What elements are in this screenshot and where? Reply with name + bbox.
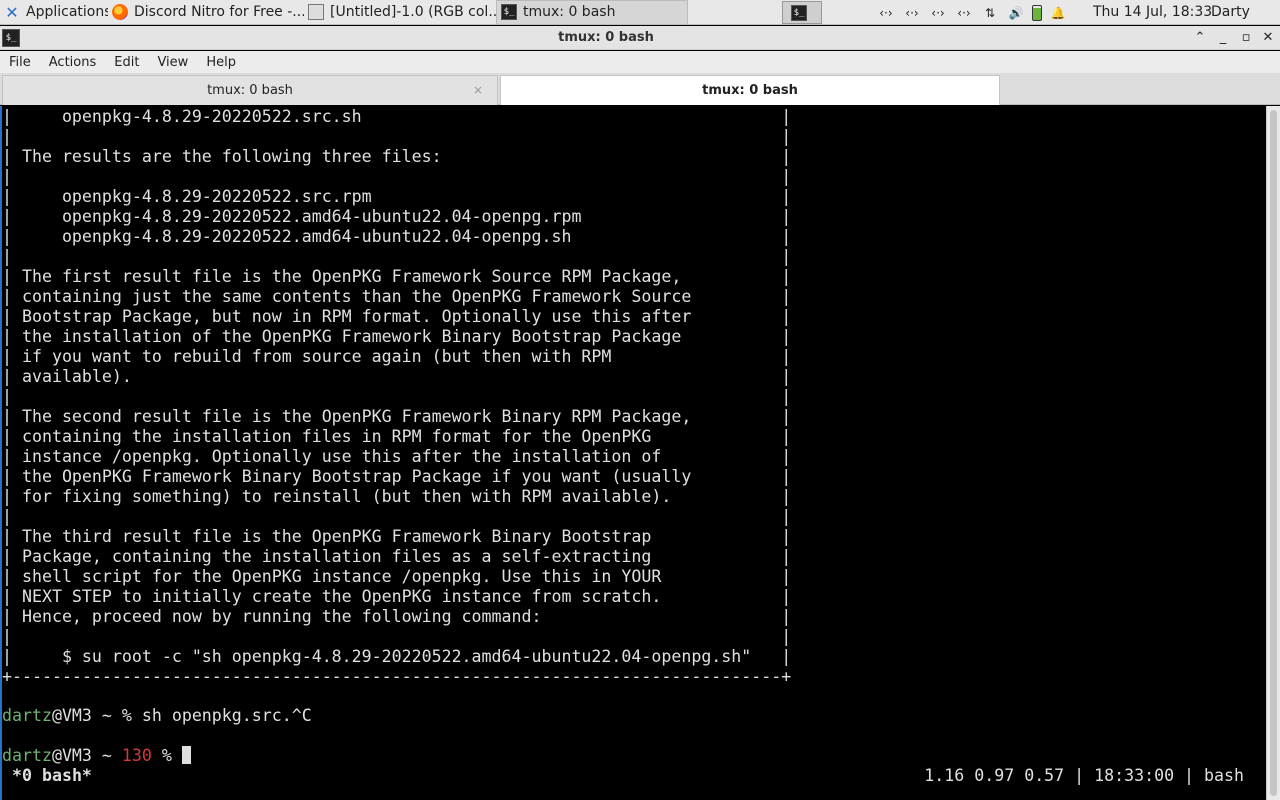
prompt-line-current: dartz@VM3 ~ 130 %: [2, 746, 191, 766]
terminal-line: | instance /openpkg. Optionally use this…: [2, 447, 792, 466]
taskbar-label: [Untitled]-1.0 (RGB col...: [330, 4, 496, 20]
prompt-user: dartz: [2, 746, 52, 765]
terminal-line: | |: [2, 627, 792, 646]
network-icon[interactable]: ‹·›: [928, 6, 948, 20]
terminal-line: | The first result file is the OpenPKG F…: [2, 267, 792, 286]
terminal-line: | Hence, proceed now by running the foll…: [2, 607, 792, 626]
terminal-line: | The third result file is the OpenPKG F…: [2, 527, 792, 546]
tab-label: tmux: 0 bash: [702, 83, 798, 98]
shade-button[interactable]: ⌃: [1190, 28, 1210, 48]
tab-label: tmux: 0 bash: [207, 83, 293, 98]
prompt-text: @VM3 ~ % sh openpkg.src.^C: [51, 706, 312, 725]
terminal-line: | |: [2, 247, 792, 266]
tab-1[interactable]: tmux: 0 bash ×: [2, 75, 498, 105]
terminal-line: | if you want to rebuild from source aga…: [2, 347, 792, 366]
terminal-icon: $_: [791, 4, 807, 21]
terminal-line: | The results are the following three fi…: [2, 147, 792, 166]
network-icon[interactable]: ‹·›: [902, 6, 922, 20]
user-menu[interactable]: Darty uwu: [1211, 0, 1280, 45]
menu-actions[interactable]: Actions: [40, 55, 106, 70]
tmux-status-right: 1.16 0.97 0.57 | 18:33:00 | bash: [924, 766, 1244, 785]
taskbar-item-terminal[interactable]: $_ tmux: 0 bash: [496, 0, 688, 25]
terminal-line: | openpkg-4.8.29-20220522.amd64-ubuntu22…: [2, 207, 792, 226]
terminal-line: | the OpenPKG Framework Binary Bootstrap…: [2, 467, 792, 486]
maximize-button[interactable]: ▫: [1236, 28, 1256, 48]
terminal-line: | the installation of the OpenPKG Framew…: [2, 327, 792, 346]
clock[interactable]: Thu 14 Jul, 18:33: [1093, 0, 1212, 25]
close-tab-icon[interactable]: ×: [473, 83, 483, 97]
battery-icon[interactable]: [1032, 4, 1042, 21]
terminal-icon: $_: [501, 4, 517, 20]
window-title: tmux: 0 bash: [558, 30, 654, 45]
volume-icon[interactable]: 🔊: [1006, 6, 1026, 20]
terminal-line: | |: [2, 507, 792, 526]
scrollbar[interactable]: [1266, 106, 1280, 800]
prompt-user: dartz: [2, 706, 52, 725]
tab-bar: tmux: 0 bash × tmux: 0 bash: [0, 73, 1280, 105]
gimp-icon: [308, 4, 324, 20]
close-button[interactable]: ✕: [1258, 28, 1278, 48]
network-icon[interactable]: ‹·›: [954, 6, 974, 20]
taskbar-item-discord[interactable]: Discord Nitro for Free -...: [108, 0, 304, 25]
terminal-line: | The second result file is the OpenPKG …: [2, 407, 792, 426]
prompt-host: @VM3 ~: [51, 746, 122, 765]
taskbar-label: Discord Nitro for Free -...: [134, 4, 304, 20]
terminal-line: | shell script for the OpenPKG instance …: [2, 567, 792, 586]
terminal-line: | containing just the same contents than…: [2, 287, 792, 306]
terminal-line: | NEXT STEP to initially create the Open…: [2, 587, 792, 606]
network-icon[interactable]: ‹·›: [876, 6, 896, 20]
menu-file[interactable]: File: [0, 55, 40, 70]
prompt-symbol: %: [151, 746, 182, 765]
terminal-line: | |: [2, 167, 792, 186]
menu-edit[interactable]: Edit: [105, 55, 148, 70]
prompt-line: dartz@VM3 ~ % sh openpkg.src.^C: [2, 706, 312, 726]
xfce-mouse-icon: ✕: [5, 2, 19, 22]
terminal-line: | |: [2, 387, 792, 406]
applications-menu-button[interactable]: ✕ Applications: [0, 0, 108, 25]
applications-label: Applications: [26, 4, 108, 20]
tmux-window-list[interactable]: *0 bash*: [12, 766, 92, 786]
menu-help[interactable]: Help: [197, 55, 245, 70]
terminal-area[interactable]: | openpkg-4.8.29-20220522.src.sh | | | | T…: [0, 106, 1266, 800]
notification-bell-icon[interactable]: 🔔: [1048, 6, 1068, 20]
top-panel: ✕ Applications Discord Nitro for Free -.…: [0, 0, 1280, 45]
minimize-button[interactable]: _: [1213, 28, 1233, 48]
workspace-switcher[interactable]: $_: [782, 1, 822, 24]
terminal-line: | openpkg-4.8.29-20220522.src.rpm |: [2, 187, 792, 206]
text-cursor: [181, 746, 191, 764]
system-tray: ‹·› ‹·› ‹·› ‹·› ⇅ 🔊 🔔: [876, 0, 1068, 25]
terminal-line: | for fixing something) to reinstall (bu…: [2, 487, 792, 506]
scrollbar-thumb[interactable]: [1270, 110, 1277, 796]
terminal-line: | |: [2, 127, 792, 146]
terminal-line: | containing the installation files in R…: [2, 427, 792, 446]
terminal-line: +---------------------------------------…: [2, 667, 792, 686]
tab-2-active[interactable]: tmux: 0 bash: [500, 75, 1000, 105]
terminal-line: | $ su root -c "sh openpkg-4.8.29-202205…: [2, 647, 792, 666]
terminal-line: | openpkg-4.8.29-20220522.src.sh |: [2, 107, 792, 126]
terminal-line: | Package, containing the installation f…: [2, 547, 792, 566]
menu-view[interactable]: View: [148, 55, 197, 70]
window-titlebar[interactable]: $_ tmux: 0 bash ⌃ _ ▫ ✕: [0, 26, 1280, 50]
menu-bar: File Actions Edit View Help: [0, 51, 1280, 73]
terminal-line: | Bootstrap Package, but now in RPM form…: [2, 307, 792, 326]
exit-code: 130: [121, 746, 152, 765]
taskbar-label: tmux: 0 bash: [523, 4, 616, 20]
firefox-icon: [112, 4, 128, 20]
network-transfer-icon[interactable]: ⇅: [980, 6, 1000, 20]
taskbar-item-gimp[interactable]: [Untitled]-1.0 (RGB col...: [304, 0, 496, 25]
terminal-line: | available). |: [2, 367, 792, 386]
terminal-line: | openpkg-4.8.29-20220522.amd64-ubuntu22…: [2, 227, 792, 246]
